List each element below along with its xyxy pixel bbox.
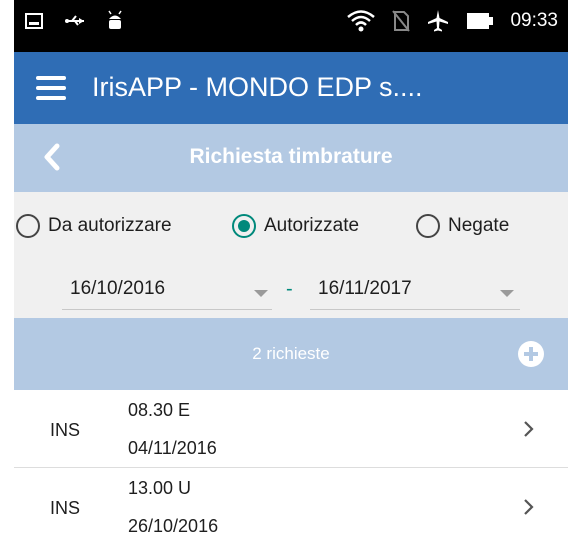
radio-label: Autorizzate [264, 215, 360, 236]
date-range: 16/10/2016 - 16/11/2017 [14, 262, 568, 318]
request-time: 08.30 E [128, 400, 191, 420]
usb-icon [65, 15, 84, 26]
radio-circle-selected [232, 214, 256, 238]
date-to-select[interactable]: 16/11/2017 [310, 272, 520, 310]
request-date: 04/11/2016 [128, 438, 217, 458]
dropdown-arrow-icon [500, 290, 514, 297]
clock: 09:33 [510, 10, 558, 31]
no-sim-icon [392, 10, 411, 32]
airplane-icon [428, 10, 449, 32]
radio-da-autorizzare[interactable]: Da autorizzare [16, 214, 172, 238]
date-to-value: 16/11/2017 [318, 278, 412, 299]
radio-negate[interactable]: Negate [416, 214, 509, 238]
status-bar: 09:33 [14, 0, 568, 52]
request-type: INS [50, 420, 81, 440]
android-icon [108, 10, 122, 29]
radio-label: Negate [448, 215, 510, 236]
date-from-value: 16/10/2016 [70, 278, 166, 299]
list-item[interactable]: INS 13.00 U 26/10/2016 [14, 468, 568, 544]
radio-circle [416, 214, 440, 238]
chevron-right-icon [524, 421, 534, 437]
screen: 09:33 IrisAPP - MONDO EDP s.... Richiest… [14, 0, 568, 544]
results-count: 2 richieste [252, 344, 330, 363]
app-bar: IrisAPP - MONDO EDP s.... [14, 52, 568, 124]
image-icon [25, 13, 43, 29]
results-bar: 2 richieste [14, 318, 568, 390]
radio-autorizzate[interactable]: Autorizzate [232, 214, 359, 238]
page-title: Richiesta timbrature [189, 145, 393, 168]
menu-icon[interactable] [36, 76, 66, 100]
request-time: 13.00 U [128, 478, 192, 498]
range-separator: - [286, 278, 293, 300]
list-item[interactable]: INS 08.30 E 04/11/2016 [14, 390, 568, 468]
radio-label: Da autorizzare [48, 215, 172, 236]
battery-icon [467, 13, 494, 29]
status-filter: Da autorizzare Autorizzate Negate [14, 192, 568, 262]
dropdown-arrow-icon [254, 290, 268, 297]
page-header: Richiesta timbrature [14, 124, 568, 192]
app-title: IrisAPP - MONDO EDP s.... [92, 72, 423, 102]
request-date: 26/10/2016 [128, 516, 219, 536]
date-from-select[interactable]: 16/10/2016 [62, 272, 272, 310]
chevron-right-icon [524, 499, 534, 515]
request-type: INS [50, 498, 81, 518]
radio-circle [16, 214, 40, 238]
request-list: INS 08.30 E 04/11/2016 INS 13.00 U 26/10… [14, 390, 568, 544]
wifi-icon [347, 10, 376, 32]
add-icon[interactable] [518, 341, 544, 367]
